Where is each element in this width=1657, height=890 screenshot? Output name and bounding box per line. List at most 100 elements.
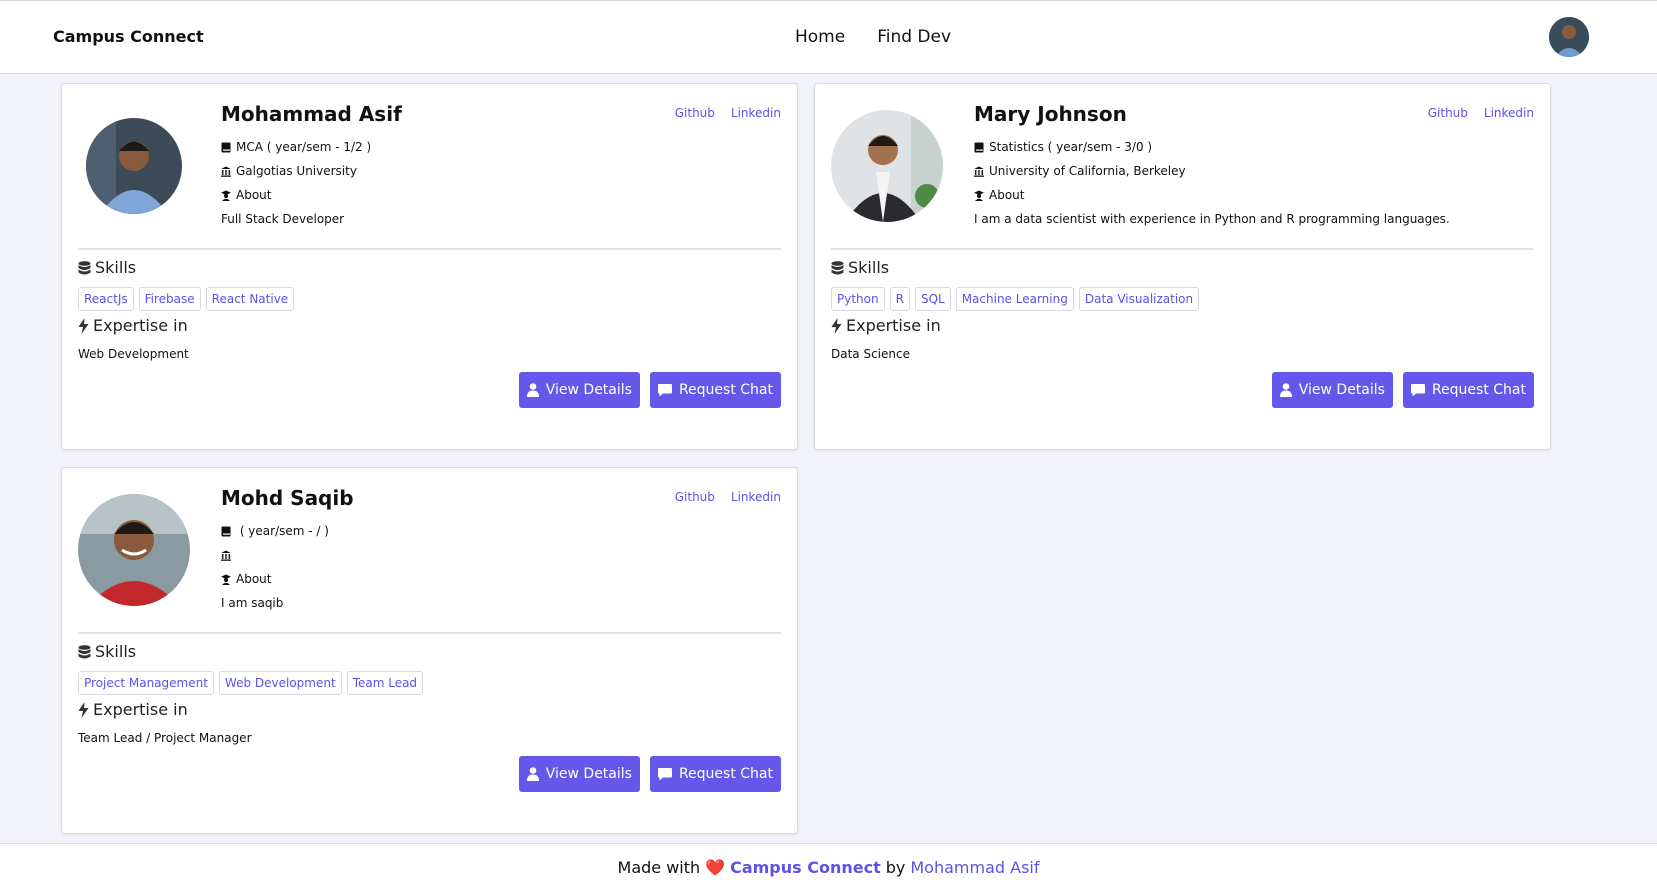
- university-text: University of California, Berkeley: [989, 164, 1186, 178]
- expertise-heading: Expertise in: [78, 316, 188, 335]
- nav-link-home[interactable]: Home: [795, 27, 845, 47]
- skill-tag[interactable]: Team Lead: [346, 671, 424, 695]
- skills-label: Skills: [95, 258, 137, 277]
- bio-text: Full Stack Developer: [221, 212, 345, 226]
- heart-icon: ❤️: [705, 857, 726, 877]
- skills-heading: Skills: [78, 642, 136, 661]
- request-chat-label: Request Chat: [1431, 382, 1526, 398]
- developer-card: Mohd Saqib Github Linkedin ( year/sem - …: [61, 467, 798, 834]
- skills-label: Skills: [95, 642, 137, 661]
- skill-tag[interactable]: Data Visualization: [1078, 287, 1200, 311]
- skill-tag[interactable]: Machine Learning: [955, 287, 1074, 311]
- expertise-label: Expertise in: [846, 316, 941, 335]
- linkedin-link[interactable]: Linkedin: [731, 106, 781, 120]
- about-label: About: [236, 572, 272, 586]
- footer-author-link[interactable]: Mohammad Asif: [910, 858, 1039, 877]
- graduate-icon: [221, 190, 231, 201]
- view-details-label: View Details: [1298, 382, 1385, 398]
- skills-list: ReactJs Firebase React Native: [78, 287, 295, 311]
- chat-icon: [657, 767, 672, 780]
- skill-tag[interactable]: ReactJs: [78, 287, 134, 311]
- expertise-text: Team Lead / Project Manager: [78, 731, 252, 745]
- expertise-label: Expertise in: [93, 700, 188, 719]
- skills-heading: Skills: [831, 258, 889, 277]
- request-chat-button[interactable]: Request Chat: [649, 372, 781, 408]
- github-link[interactable]: Github: [1428, 106, 1468, 120]
- user-avatar[interactable]: [1549, 17, 1589, 57]
- profile-photo: [78, 494, 190, 606]
- profile-photo: [86, 118, 182, 214]
- view-details-button[interactable]: View Details: [1271, 372, 1393, 408]
- divider: [78, 248, 781, 250]
- request-chat-label: Request Chat: [678, 382, 773, 398]
- user-icon: [526, 767, 539, 781]
- nav-links: Home Find Dev: [795, 27, 951, 47]
- graduate-icon: [221, 574, 231, 585]
- view-details-label: View Details: [545, 382, 632, 398]
- card-actions: View Details Request Chat: [518, 756, 781, 792]
- about-label: About: [236, 188, 272, 202]
- developer-name: Mohammad Asif: [221, 102, 402, 126]
- footer-prefix: Made with: [617, 857, 701, 877]
- linkedin-link[interactable]: Linkedin: [731, 490, 781, 504]
- graduate-icon: [974, 190, 984, 201]
- expertise-text: Data Science: [831, 347, 910, 361]
- profile-photo: [831, 110, 943, 222]
- developer-info: ( year/sem - / ) About I am saqib: [221, 519, 329, 615]
- skill-tag[interactable]: Project Management: [78, 671, 214, 695]
- bio-text: I am a data scientist with experience in…: [974, 212, 1450, 226]
- course-text: Statistics ( year/sem - 3/0 ): [989, 140, 1153, 154]
- bio-text: I am saqib: [221, 596, 284, 610]
- bolt-icon: [78, 317, 89, 334]
- skill-tag[interactable]: React Native: [205, 287, 295, 311]
- expertise-text: Web Development: [78, 347, 189, 361]
- user-icon: [1279, 383, 1292, 397]
- expertise-heading: Expertise in: [831, 316, 941, 335]
- skills-list: Project Management Web Development Team …: [78, 671, 424, 695]
- university-icon: [221, 550, 231, 561]
- divider: [831, 248, 1534, 250]
- book-icon: [221, 142, 231, 152]
- github-link[interactable]: Github: [675, 106, 715, 120]
- database-icon: [78, 260, 91, 274]
- book-icon: [974, 142, 984, 152]
- view-details-button[interactable]: View Details: [518, 372, 640, 408]
- developer-info: MCA ( year/sem - 1/2 ) Galgotias Univers…: [221, 135, 371, 231]
- card-actions: View Details Request Chat: [1271, 372, 1534, 408]
- footer: Made with ❤️ Campus Connect by Mohammad …: [0, 843, 1657, 890]
- chat-icon: [1410, 383, 1425, 396]
- expertise-heading: Expertise in: [78, 700, 188, 719]
- chat-icon: [657, 383, 672, 396]
- navbar: Campus Connect Home Find Dev: [0, 0, 1657, 74]
- divider: [78, 632, 781, 634]
- skill-tag[interactable]: SQL: [914, 287, 951, 311]
- skills-list: Python R SQL Machine Learning Data Visua…: [831, 287, 1200, 311]
- card-actions: View Details Request Chat: [518, 372, 781, 408]
- developer-name: Mohd Saqib: [221, 486, 354, 510]
- request-chat-button[interactable]: Request Chat: [1402, 372, 1534, 408]
- developer-name: Mary Johnson: [974, 102, 1127, 126]
- course-text: MCA ( year/sem - 1/2 ): [236, 140, 372, 154]
- bolt-icon: [78, 701, 89, 718]
- brand-logo-text[interactable]: Campus Connect: [53, 27, 204, 46]
- github-link[interactable]: Github: [675, 490, 715, 504]
- expertise-label: Expertise in: [93, 316, 188, 335]
- skill-tag[interactable]: Python: [831, 287, 885, 311]
- request-chat-button[interactable]: Request Chat: [649, 756, 781, 792]
- database-icon: [831, 260, 844, 274]
- skill-tag[interactable]: R: [889, 287, 910, 311]
- skill-tag[interactable]: Firebase: [138, 287, 201, 311]
- skill-tag[interactable]: Web Development: [218, 671, 342, 695]
- footer-brand-link[interactable]: Campus Connect: [730, 858, 881, 877]
- social-links: Github Linkedin: [1428, 106, 1534, 120]
- database-icon: [78, 644, 91, 658]
- footer-by: by: [885, 857, 906, 877]
- developer-info: Statistics ( year/sem - 3/0 ) University…: [974, 135, 1450, 231]
- skills-heading: Skills: [78, 258, 136, 277]
- about-label: About: [989, 188, 1025, 202]
- nav-link-find-dev[interactable]: Find Dev: [877, 27, 951, 47]
- view-details-button[interactable]: View Details: [518, 756, 640, 792]
- linkedin-link[interactable]: Linkedin: [1484, 106, 1534, 120]
- view-details-label: View Details: [545, 766, 632, 782]
- university-icon: [221, 166, 231, 177]
